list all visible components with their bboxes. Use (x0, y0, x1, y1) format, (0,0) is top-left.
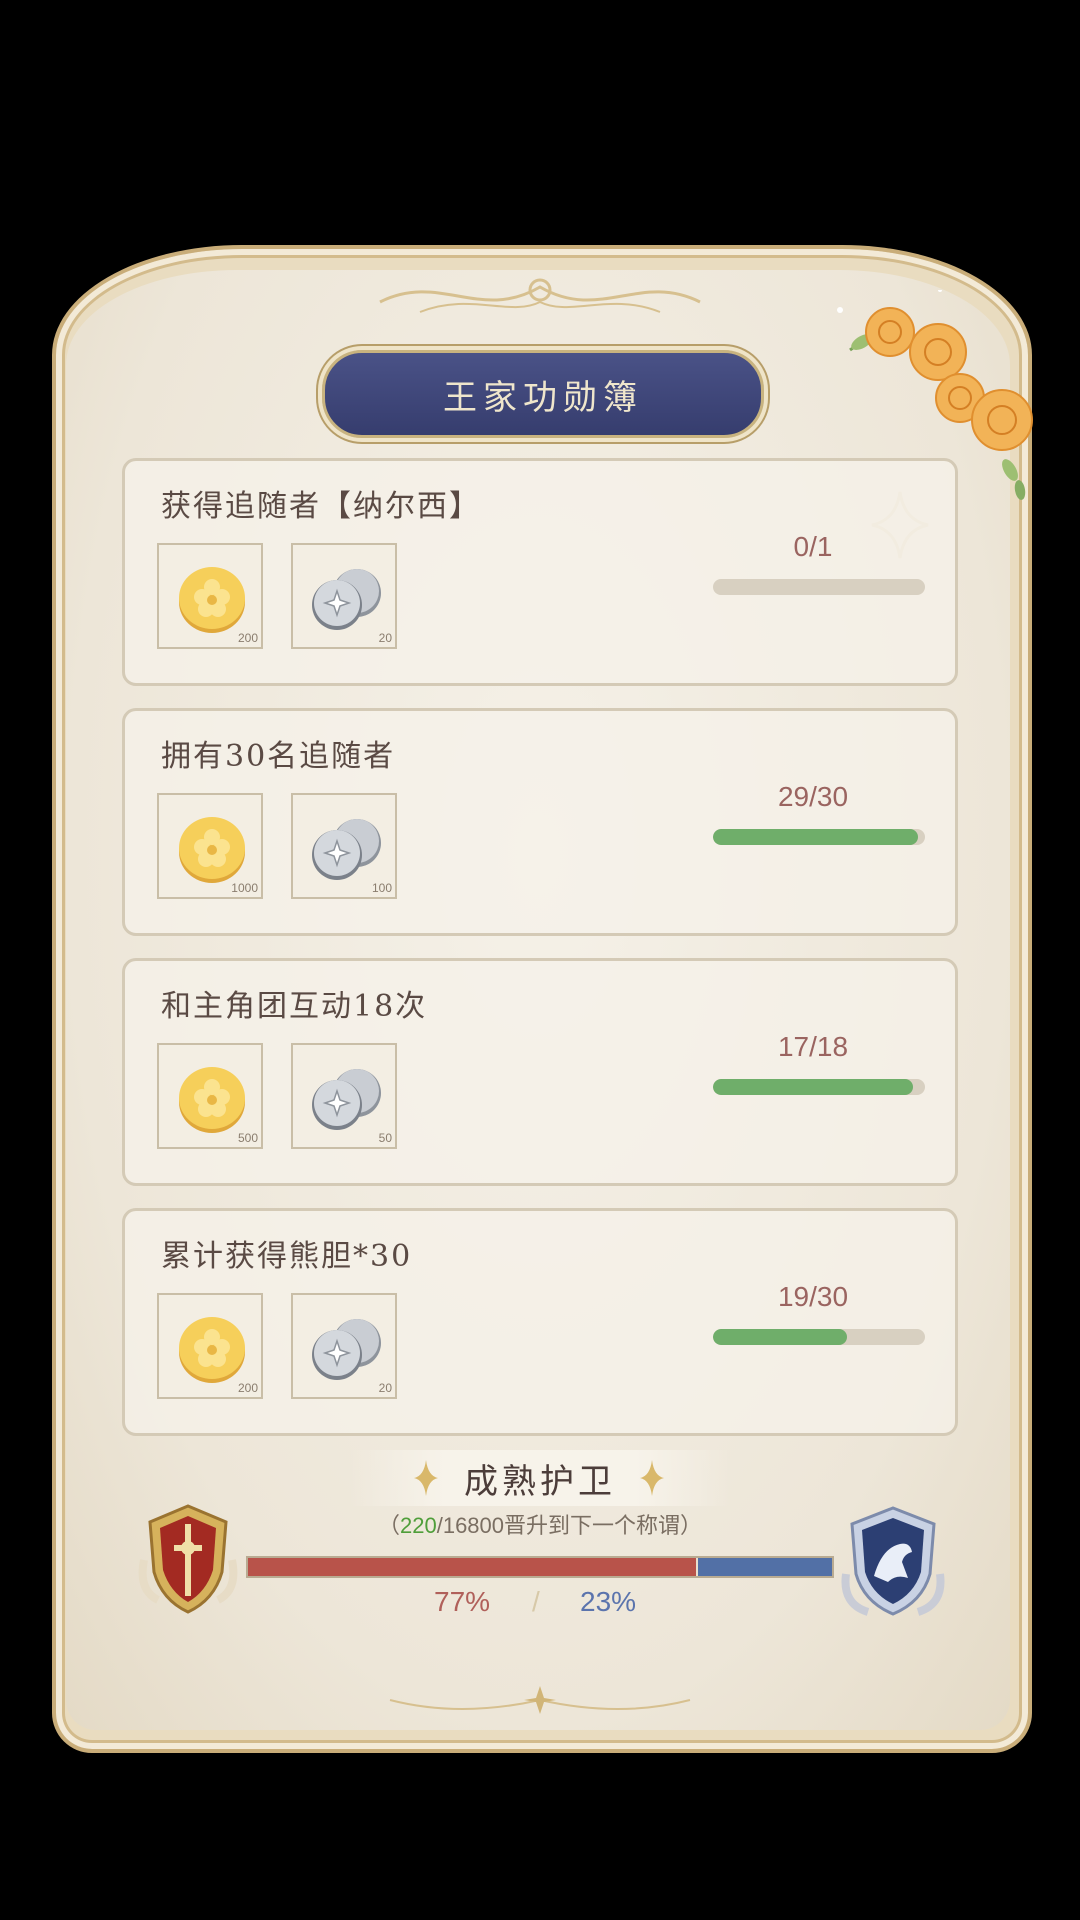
progress-bar (713, 829, 925, 845)
faction-percentages: 77% / 23% (0, 1586, 1080, 1626)
reward-quantity: 100 (371, 881, 392, 895)
reward-slot[interactable]: 50 (291, 1043, 397, 1149)
current-merit: 220 (400, 1513, 437, 1538)
reward-quantity: 1000 (231, 881, 258, 895)
gold-coin-icon (179, 817, 245, 883)
reward-quantity: 500 (237, 1131, 258, 1145)
task-card: 获得追随者【纳尔西】 200 20 0/1 (122, 458, 958, 686)
rank-title-banner: 成熟护卫 (350, 1450, 730, 1506)
bottom-ornament (389, 1686, 691, 1714)
gold-coin-icon (179, 1067, 245, 1133)
reward-slot[interactable]: 1000 (157, 793, 263, 899)
reward-quantity: 50 (378, 1131, 392, 1145)
paren-open: （ (377, 1513, 400, 1538)
reward-slot[interactable]: 200 (157, 1293, 263, 1399)
progress-count: 29/30 (777, 781, 849, 812)
task-title: 拥有30名追随者 (161, 739, 396, 774)
promotion-target: /16800晋升到下一个称谓） (436, 1513, 703, 1538)
sparkle-icon (640, 1460, 664, 1496)
blue-faction-percent: 23% (580, 1586, 637, 1617)
reward-slot[interactable]: 20 (291, 543, 397, 649)
reward-slot[interactable]: 200 (157, 543, 263, 649)
percent-separator: / (532, 1586, 540, 1617)
reward-quantity: 200 (237, 631, 258, 645)
reward-slot[interactable]: 100 (291, 793, 397, 899)
progress-bar (713, 1329, 925, 1345)
task-card: 累计获得熊胆*30 200 20 19/30 (122, 1208, 958, 1436)
reward-quantity: 200 (237, 1381, 258, 1395)
top-flourish-ornament (379, 278, 701, 313)
task-title: 累计获得熊胆*30 (161, 1239, 413, 1274)
reward-quantity: 20 (378, 631, 392, 645)
task-title: 获得追随者【纳尔西】 (161, 489, 481, 524)
gold-coin-icon (179, 567, 245, 633)
silver-coins-icon (312, 1069, 381, 1130)
silver-coins-icon (312, 819, 381, 880)
task-list[interactable]: 获得追随者【纳尔西】 200 20 0/1 拥有30名追随者 1000 100 … (122, 458, 958, 1478)
task-card: 和主角团互动18次 500 50 17/18 (122, 958, 958, 1186)
page-title: 王家功勋簿 (443, 377, 643, 418)
progress-count: 17/18 (777, 1031, 849, 1062)
progress-count: 0/1 (793, 531, 833, 562)
silver-coins-icon (312, 1319, 381, 1380)
reward-slot[interactable]: 20 (291, 1293, 397, 1399)
gold-coin-icon (179, 1317, 245, 1383)
faction-ratio-red (248, 1558, 697, 1576)
sparkle-icon (414, 1460, 438, 1496)
silver-coins-icon (312, 569, 381, 630)
faction-ratio-blue (696, 1558, 832, 1576)
progress-bar-fill (713, 829, 918, 845)
task-card: 拥有30名追随者 1000 100 29/30 (122, 708, 958, 936)
reward-slot[interactable]: 500 (157, 1043, 263, 1149)
progress-count: 19/30 (777, 1281, 849, 1312)
red-faction-percent: 77% (434, 1586, 491, 1617)
progress-bar-fill (713, 1329, 848, 1345)
faction-ratio-bar (246, 1556, 834, 1578)
progress-bar-fill (713, 1079, 914, 1095)
progress-bar (713, 1079, 925, 1095)
title-plate: 王家功勋簿 (322, 350, 764, 438)
progress-bar (713, 579, 925, 595)
task-title: 和主角团互动18次 (161, 989, 428, 1024)
reward-quantity: 20 (378, 1381, 392, 1395)
rank-title: 成熟护卫 (464, 1461, 616, 1502)
